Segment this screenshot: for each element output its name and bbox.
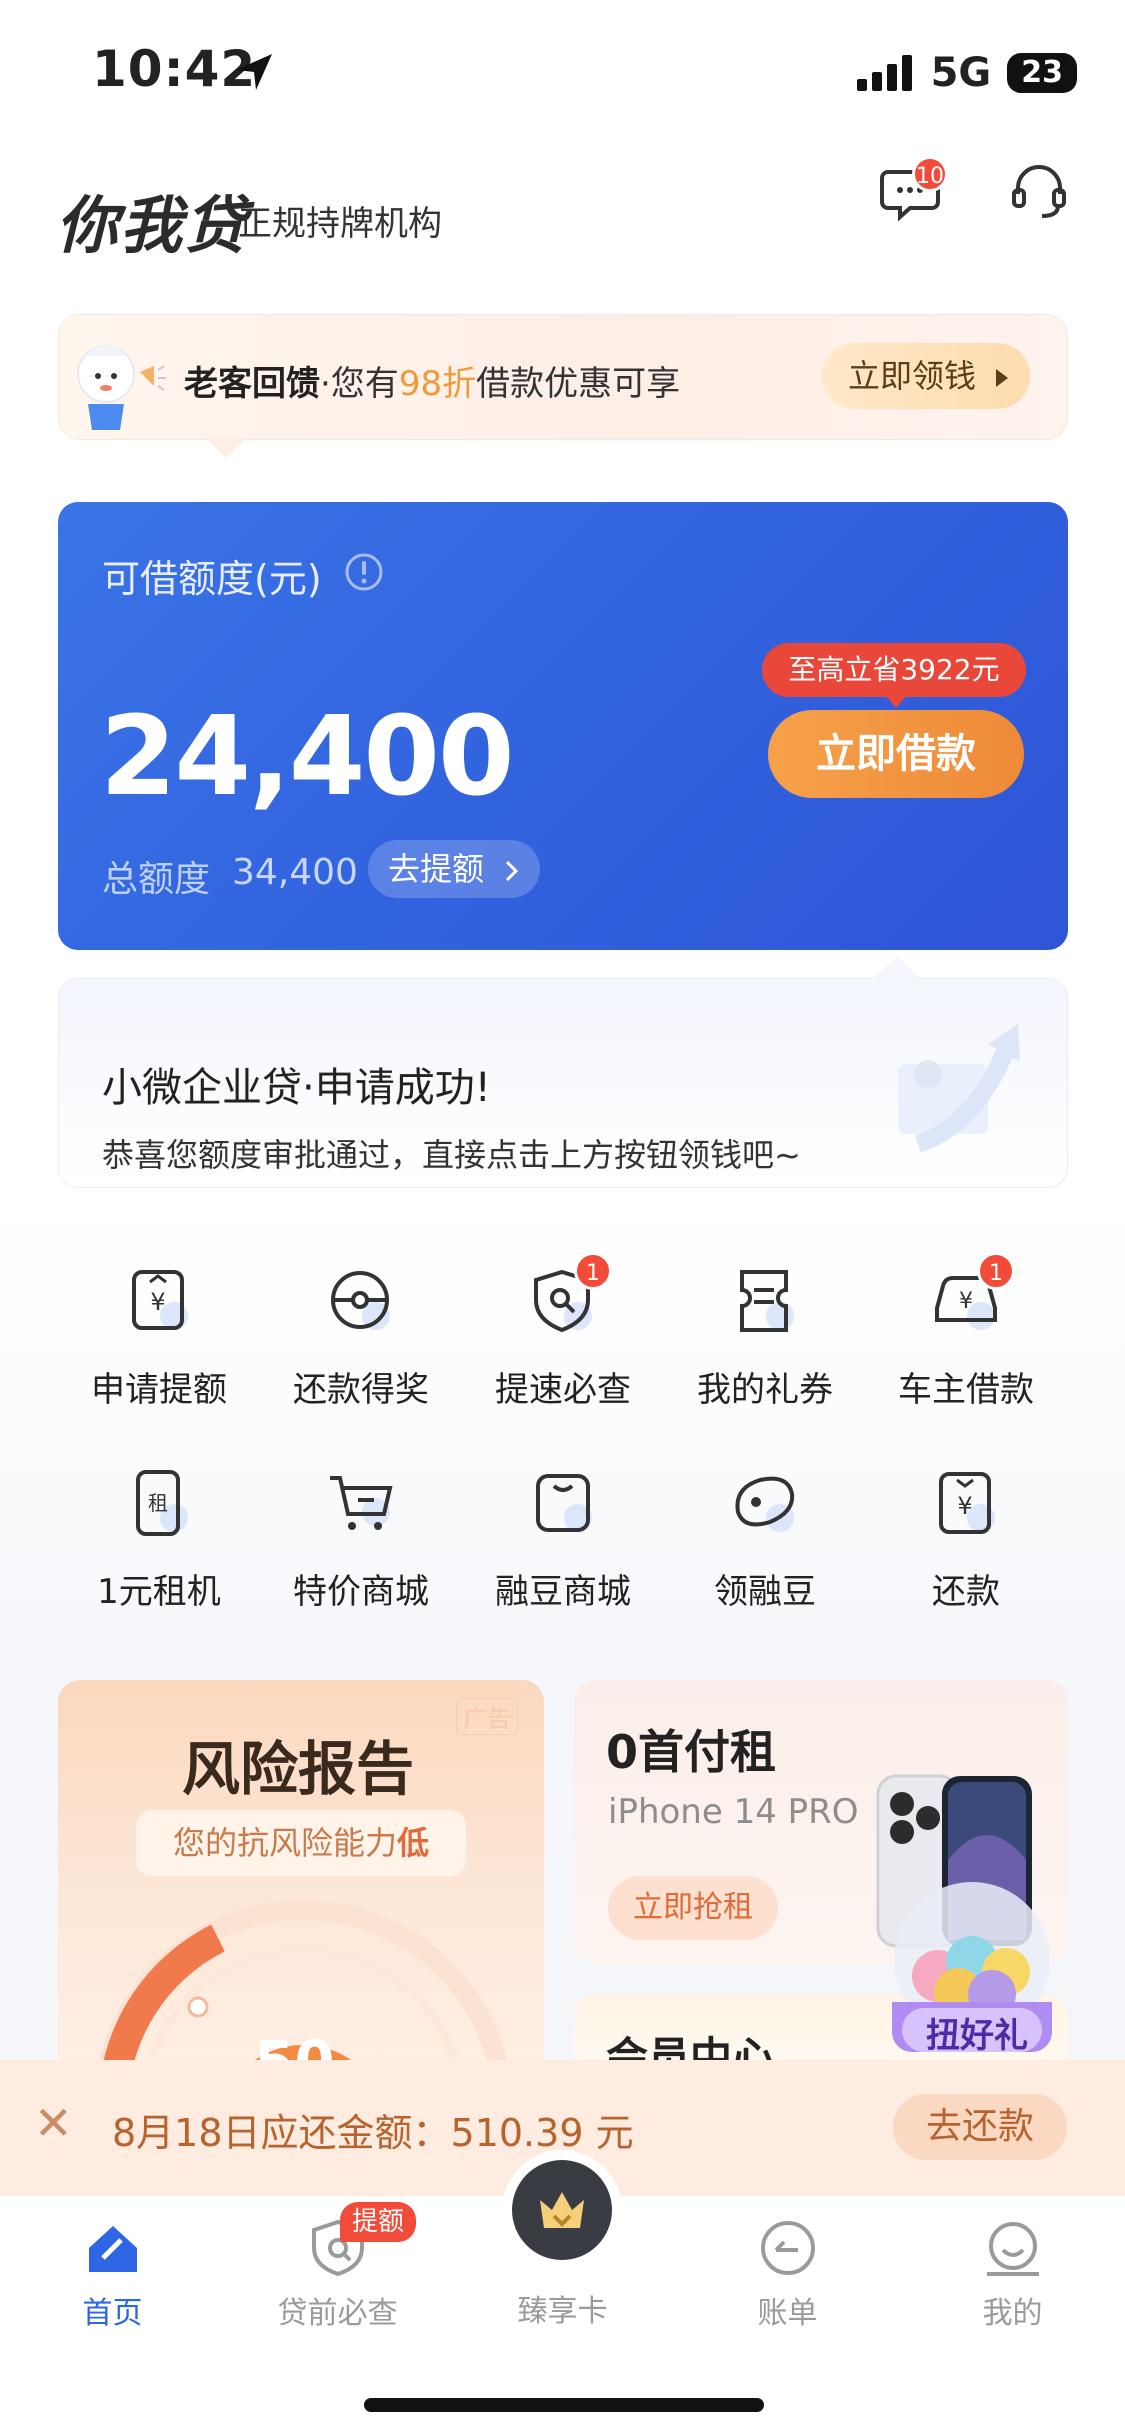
- tab-label: 首页: [82, 2296, 143, 2331]
- grid-item-repay[interactable]: ¥ 还款: [866, 1468, 1066, 1613]
- grid-label: 还款得奖: [293, 1370, 429, 1410]
- rent-title: 0首付租: [606, 1725, 777, 1779]
- claim-money-button[interactable]: 立即领钱: [822, 343, 1030, 409]
- tab-label: 臻享卡: [517, 2294, 608, 2329]
- savings-tag: 至高立省3922元: [762, 643, 1026, 697]
- rent-subtitle: iPhone 14 PRO: [608, 1792, 859, 1832]
- grid-badge: 1: [977, 1252, 1015, 1290]
- rent-phone-icon: 租: [136, 1470, 188, 1536]
- risk-level: 低: [397, 1824, 430, 1862]
- grid-label: 提速必查: [495, 1370, 631, 1410]
- rent-now-button[interactable]: 立即抢租: [608, 1876, 778, 1940]
- available-amount: 24,400: [100, 692, 514, 820]
- tab-label: 贷前必查: [277, 2296, 398, 2331]
- tab-home[interactable]: 首页: [0, 2218, 225, 2332]
- raise-limit-button[interactable]: 去提额: [368, 840, 540, 898]
- grid-label: 领融豆: [714, 1572, 816, 1612]
- gift-label: 扭好礼: [926, 2016, 1028, 2056]
- notice-pointer: [872, 956, 922, 980]
- banner-pointer: [206, 438, 246, 458]
- tab-mine[interactable]: 我的: [900, 2218, 1125, 2332]
- grid-label: 特价商城: [293, 1572, 429, 1612]
- grid-item-car-loan[interactable]: ¥1 车主借款: [866, 1252, 1066, 1411]
- yen-card-icon: ¥: [132, 1270, 188, 1330]
- grid-label: 申请提额: [91, 1370, 227, 1410]
- signal-icon: [856, 55, 912, 91]
- customer-service-icon[interactable]: [1008, 160, 1070, 222]
- ad-label: 广告: [456, 1698, 518, 1735]
- svg-text:¥: ¥: [959, 1289, 973, 1314]
- claim-money-label: 立即领钱: [848, 357, 977, 395]
- crown-icon: [540, 2192, 584, 2228]
- location-arrow-icon: [236, 54, 272, 90]
- app-logo: 你我贷: [56, 189, 249, 262]
- message-badge: 10: [912, 156, 948, 192]
- logo-subtitle: 正规持牌机构: [238, 204, 442, 244]
- pokeball-icon: [331, 1271, 390, 1330]
- grid-item-repay-reward[interactable]: 还款得奖: [261, 1266, 461, 1411]
- credit-title: 可借额度(元): [102, 557, 322, 601]
- growth-arrow-icon: [898, 1024, 1020, 1153]
- bean-icon: [735, 1476, 795, 1532]
- network-type: 5G: [930, 50, 992, 96]
- risk-title: 风险报告: [182, 1735, 415, 1803]
- chevron-right-icon: [506, 860, 519, 882]
- notice-description: 恭喜您额度审批通过，直接点击上方按钮领钱吧~: [102, 1136, 801, 1174]
- tab-badge: 提额: [340, 2202, 417, 2242]
- grid-label: 1元租机: [97, 1572, 221, 1612]
- tab-label: 我的: [982, 2296, 1043, 2331]
- repay-yen-icon: ¥: [939, 1472, 995, 1534]
- profile-icon: [986, 2222, 1039, 2276]
- total-limit-label: 总额度: [102, 859, 211, 900]
- raise-limit-label: 去提额: [388, 850, 485, 888]
- banner-text: 老客回馈·您有98折借款优惠可享: [184, 356, 680, 405]
- borrow-now-button[interactable]: 立即借款: [768, 710, 1024, 798]
- svg-text:¥: ¥: [150, 1288, 165, 1316]
- bill-icon: [760, 2221, 815, 2275]
- banner-sep: ·您有: [320, 364, 399, 404]
- banner-discount: 98折: [398, 364, 477, 404]
- grid-item-get-beans[interactable]: 领融豆: [665, 1468, 865, 1613]
- grid-badge: 1: [574, 1252, 612, 1290]
- grid-item-speed-check[interactable]: 1 提速必查: [463, 1252, 663, 1411]
- battery-level: 23: [1007, 53, 1077, 93]
- banner-rest: 借款优惠可享: [476, 364, 681, 404]
- tab-label: 账单: [757, 2296, 818, 2331]
- grid-item-apply-raise[interactable]: ¥ 申请提额: [59, 1266, 259, 1411]
- bag-icon: [536, 1474, 592, 1532]
- notice-title: 小微企业贷·申请成功!: [102, 1065, 491, 1111]
- grid-label: 融豆商城: [495, 1572, 631, 1612]
- risk-level-pill: 您的抗风险能力低: [136, 1810, 466, 1876]
- repay-button[interactable]: 去还款: [893, 2094, 1067, 2160]
- grid-label: 我的礼券: [697, 1370, 833, 1410]
- home-icon: [88, 2226, 137, 2272]
- home-indicator: [364, 2398, 764, 2412]
- info-icon[interactable]: [344, 552, 384, 592]
- cart-icon: [330, 1476, 393, 1530]
- grid-label: 车主借款: [898, 1370, 1034, 1410]
- svg-text:租: 租: [148, 1491, 168, 1515]
- repay-amount-text: 8月18日应还金额：510.39 元: [112, 2111, 634, 2155]
- tag-pointer: [884, 694, 908, 708]
- grid-item-my-coupons[interactable]: 我的礼券: [665, 1266, 865, 1411]
- tab-pre-loan-check[interactable]: 贷前必查: [225, 2218, 450, 2332]
- tab-bill[interactable]: 账单: [675, 2218, 900, 2332]
- status-indicators: 5G 23: [856, 50, 1077, 96]
- total-limit-value: 34,400: [232, 852, 358, 893]
- caret-right-icon: [996, 369, 1009, 387]
- close-icon[interactable]: ✕: [34, 2096, 73, 2150]
- grid-item-sale-mall[interactable]: 特价商城: [261, 1468, 461, 1613]
- tab-vip-card[interactable]: 臻享卡: [450, 2286, 675, 2330]
- grid-item-bean-mall[interactable]: 融豆商城: [463, 1468, 663, 1613]
- coupon-icon: [740, 1270, 794, 1332]
- grid-item-rent-phone[interactable]: 租 1元租机: [59, 1468, 259, 1613]
- svg-text:¥: ¥: [957, 1492, 972, 1520]
- risk-pill-text: 您的抗风险能力: [172, 1824, 397, 1862]
- mascot-icon: [77, 345, 166, 430]
- banner-lead: 老客回馈: [184, 364, 320, 404]
- grid-label: 还款: [932, 1572, 1000, 1612]
